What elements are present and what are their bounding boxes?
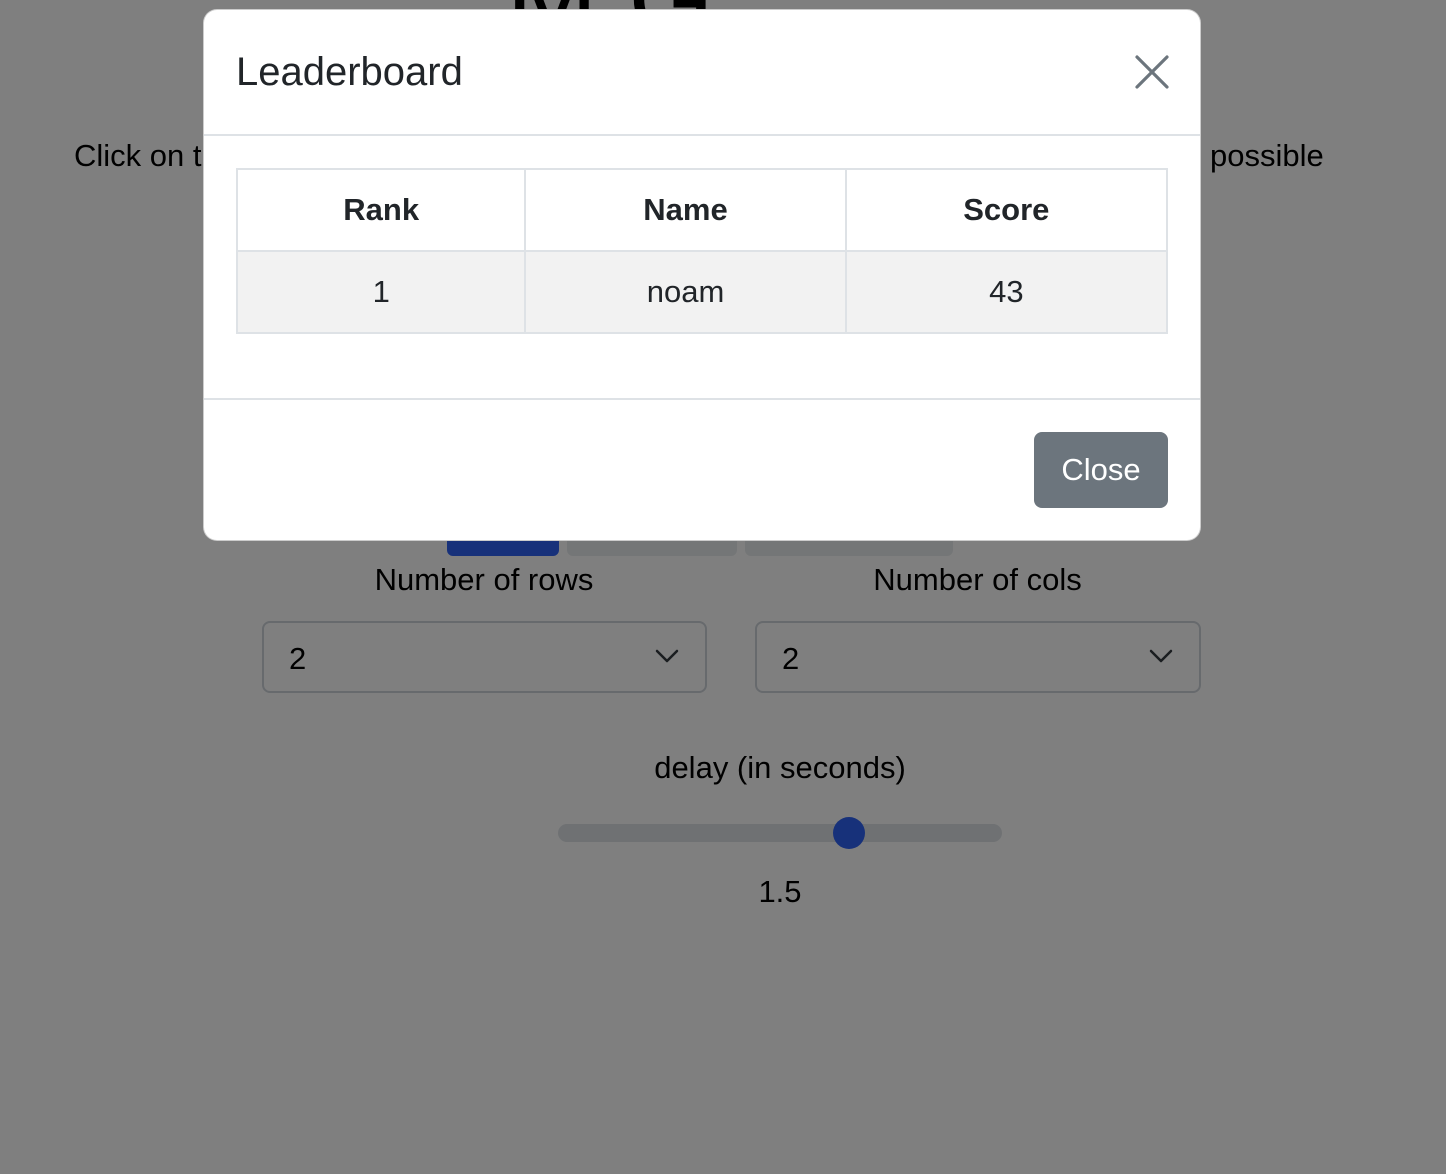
- modal-header: Leaderboard: [204, 10, 1200, 136]
- table-header-row: Rank Name Score: [235, 168, 1169, 252]
- table-cell-name: noam: [524, 250, 847, 334]
- close-button[interactable]: Close: [1034, 432, 1168, 508]
- leaderboard-table: Rank Name Score 1 noam 43: [235, 168, 1169, 334]
- modal-title: Leaderboard: [236, 50, 463, 94]
- modal-body: Rank Name Score 1 noam 43: [204, 136, 1200, 400]
- leaderboard-modal: Leaderboard Rank Name Score 1 noam 43 Cl…: [203, 9, 1201, 541]
- table-cell-score: 43: [844, 250, 1169, 334]
- close-icon[interactable]: [1134, 54, 1170, 90]
- column-header-score: Score: [844, 168, 1169, 252]
- column-header-name: Name: [524, 168, 847, 252]
- modal-footer: Close: [204, 398, 1200, 542]
- table-row: 1 noam 43: [235, 250, 1169, 334]
- column-header-rank: Rank: [235, 168, 527, 252]
- table-cell-rank: 1: [235, 250, 527, 334]
